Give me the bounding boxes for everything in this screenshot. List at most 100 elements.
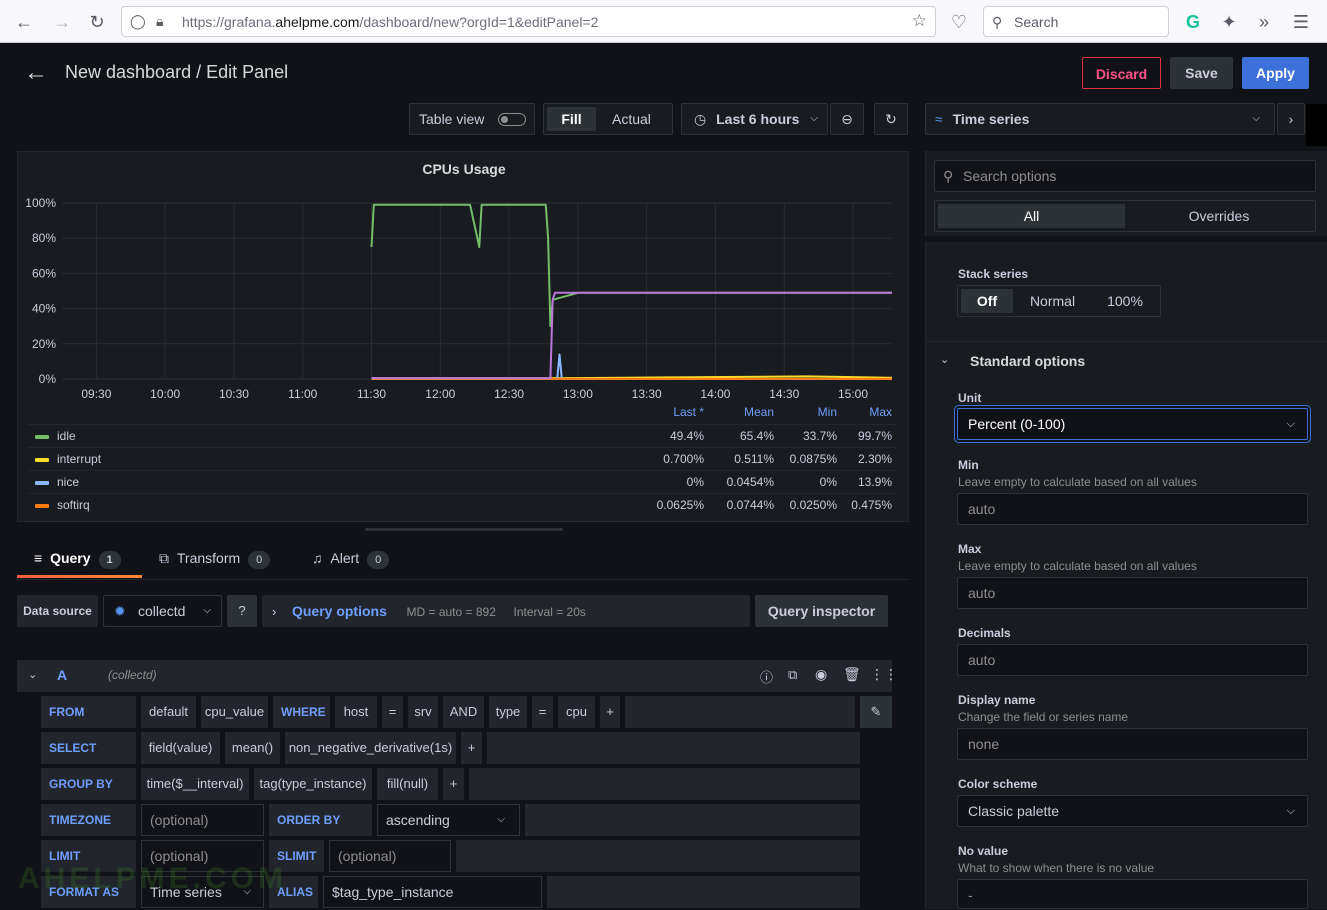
grammarly-icon[interactable]: G (1181, 10, 1205, 34)
collapse-options-icon[interactable]: › (1277, 103, 1305, 135)
table-view-toggle[interactable]: Table view (409, 103, 535, 135)
back-icon[interactable]: ← (12, 10, 36, 34)
group-by-time[interactable]: time($__interval) (141, 768, 249, 800)
address-bar[interactable]: ◯ 🔒︎ https://grafana.ahelpme.com/dashboa… (121, 6, 936, 37)
stack-normal-option[interactable]: Normal (1020, 289, 1085, 313)
where-value[interactable]: srv (408, 696, 438, 728)
order-by-select[interactable]: ascending ⌵ (377, 804, 520, 836)
pencil-icon[interactable]: ✎ (860, 696, 892, 728)
timezone-input[interactable]: (optional) (141, 804, 264, 836)
legend-series-name[interactable]: softirq (57, 494, 90, 516)
chevron-down-icon: ⌵ (1286, 418, 1295, 430)
where-condition[interactable]: AND (443, 696, 484, 728)
chevron-down-icon[interactable]: ⌄ (940, 353, 949, 366)
color-scheme-select[interactable]: Classic palette ⌵ (957, 795, 1308, 827)
collapse-chevron-icon[interactable]: ⌄ (28, 668, 37, 681)
fill-option[interactable]: Fill (547, 107, 596, 131)
where-value-2[interactable]: cpu (558, 696, 595, 728)
query-ref-id[interactable]: A (57, 667, 67, 683)
legend-series-name[interactable]: idle (57, 425, 76, 447)
browser-search-input[interactable]: ⚲ Search (983, 6, 1169, 37)
max-input[interactable]: auto (957, 577, 1308, 609)
slimit-input[interactable]: (optional) (329, 840, 451, 872)
query-inspector-button[interactable]: Query inspector (755, 595, 888, 627)
visualization-picker[interactable]: ≈ Time series ⌵ (925, 103, 1275, 135)
legend-series-name[interactable]: interrupt (57, 448, 101, 470)
eye-icon[interactable]: ◉ (815, 666, 827, 683)
trash-icon[interactable]: 🗑︎ (843, 666, 861, 683)
apply-button[interactable]: Apply (1242, 57, 1309, 89)
save-button[interactable]: Save (1170, 57, 1233, 89)
display-name-input[interactable]: none (957, 728, 1308, 760)
drag-handle-icon[interactable]: ⋮⋮ (870, 666, 898, 683)
chevron-down-icon: ⌵ (497, 814, 505, 825)
pocket-icon[interactable]: ♡ (947, 10, 971, 34)
tab-alert[interactable]: ♫ Alert 0 (312, 550, 390, 569)
bell-icon: ♫ (312, 550, 323, 566)
series-line-unnamed (371, 291, 892, 380)
stack-100-option[interactable]: 100% (1095, 289, 1155, 313)
help-icon[interactable]: ? (227, 595, 257, 627)
stack-off-option[interactable]: Off (961, 289, 1013, 313)
tab-transform[interactable]: ⧉ Transform 0 (159, 550, 271, 569)
legend-row-softirq[interactable]: softirq 0.0625% 0.0744% 0.0250% 0.475% (28, 493, 898, 516)
group-by-add-button[interactable]: + (443, 768, 464, 800)
refresh-icon[interactable]: ↻ (874, 103, 908, 135)
legend-row-interrupt[interactable]: interrupt 0.700% 0.511% 0.0875% 2.30% (28, 447, 898, 470)
group-by-fill[interactable]: fill(null) (377, 768, 438, 800)
discard-button[interactable]: Discard (1082, 57, 1161, 89)
where-operator[interactable]: = (382, 696, 403, 728)
select-transform[interactable]: non_negative_derivative(1s) (285, 732, 456, 764)
legend-header-last[interactable]: Last * (634, 405, 704, 419)
reload-icon[interactable]: ↻ (85, 10, 109, 34)
unit-select[interactable]: Percent (0-100) ⌵ (957, 408, 1308, 440)
menu-icon[interactable]: ☰ (1289, 10, 1313, 34)
standard-options-header[interactable]: Standard options (970, 353, 1085, 369)
x-tick-label: 11:30 (357, 387, 386, 401)
query-row-header[interactable]: ⌄ A (collectd) ⓘ ⧉ ◉ 🗑︎ ⋮⋮ (17, 660, 898, 692)
select-add-button[interactable]: + (461, 732, 482, 764)
all-tab[interactable]: All (938, 204, 1125, 228)
extension-icon[interactable]: ✦ (1217, 10, 1241, 34)
zoom-out-icon[interactable]: ⊖ (830, 103, 864, 135)
min-input[interactable]: auto (957, 493, 1308, 525)
legend-row-nice[interactable]: nice 0% 0.0454% 0% 13.9% (28, 470, 898, 493)
duplicate-icon[interactable]: ⧉ (788, 667, 797, 683)
actual-option[interactable]: Actual (612, 104, 651, 134)
where-operator-2[interactable]: = (532, 696, 553, 728)
forward-icon[interactable]: → (50, 10, 74, 34)
legend-value-mean: 0.0454% (726, 475, 774, 489)
max-description: Leave empty to calculate based on all va… (958, 559, 1197, 573)
bookmark-star-icon[interactable]: ☆ (912, 11, 927, 31)
legend-header-max[interactable]: Max (822, 405, 892, 419)
where-tag-2[interactable]: type (489, 696, 527, 728)
back-arrow-icon[interactable]: ← (24, 59, 48, 87)
from-policy[interactable]: default (141, 696, 196, 728)
select-field[interactable]: field(value) (141, 732, 220, 764)
from-measurement[interactable]: cpu_value (201, 696, 268, 728)
datasource-picker[interactable]: ✹ collectd ⌵ (103, 595, 222, 627)
query-datasource-name: (collectd) (108, 668, 157, 682)
query-options-link[interactable]: Query options (292, 603, 387, 619)
toggle-switch[interactable] (498, 113, 526, 126)
overrides-tab[interactable]: Overrides (1125, 204, 1313, 228)
stack-series-radio: Off Normal 100% (957, 285, 1161, 317)
overflow-icon[interactable]: » (1252, 10, 1276, 34)
decimals-input[interactable]: auto (957, 644, 1308, 676)
alias-input[interactable]: $tag_type_instance (323, 876, 542, 908)
search-options-input[interactable]: ⚲ Search options (934, 160, 1316, 192)
group-by-tag[interactable]: tag(type_instance) (254, 768, 372, 800)
where-tag[interactable]: host (335, 696, 377, 728)
legend-row-idle[interactable]: idle 49.4% 65.4% 33.7% 99.7% (28, 424, 898, 447)
tab-query[interactable]: ≡ Query 1 (34, 550, 121, 569)
time-picker[interactable]: ◷ Last 6 hours ⌵ (681, 103, 828, 135)
legend-header-mean[interactable]: Mean (704, 405, 774, 419)
where-add-button[interactable]: + (600, 696, 620, 728)
legend-series-name[interactable]: nice (57, 471, 79, 493)
no-value-input[interactable]: - (957, 879, 1308, 909)
select-aggregation[interactable]: mean() (225, 732, 280, 764)
query-help-icon[interactable]: ⓘ (760, 667, 773, 686)
time-series-chart[interactable]: 0% 20% 40% 60% 80% 100% 09:30 10:00 10:30 11:00 11… (18, 152, 910, 402)
panel-resize-handle[interactable] (365, 528, 563, 531)
query-options-bar[interactable]: › Query options MD = auto = 892 Interval… (262, 595, 750, 627)
